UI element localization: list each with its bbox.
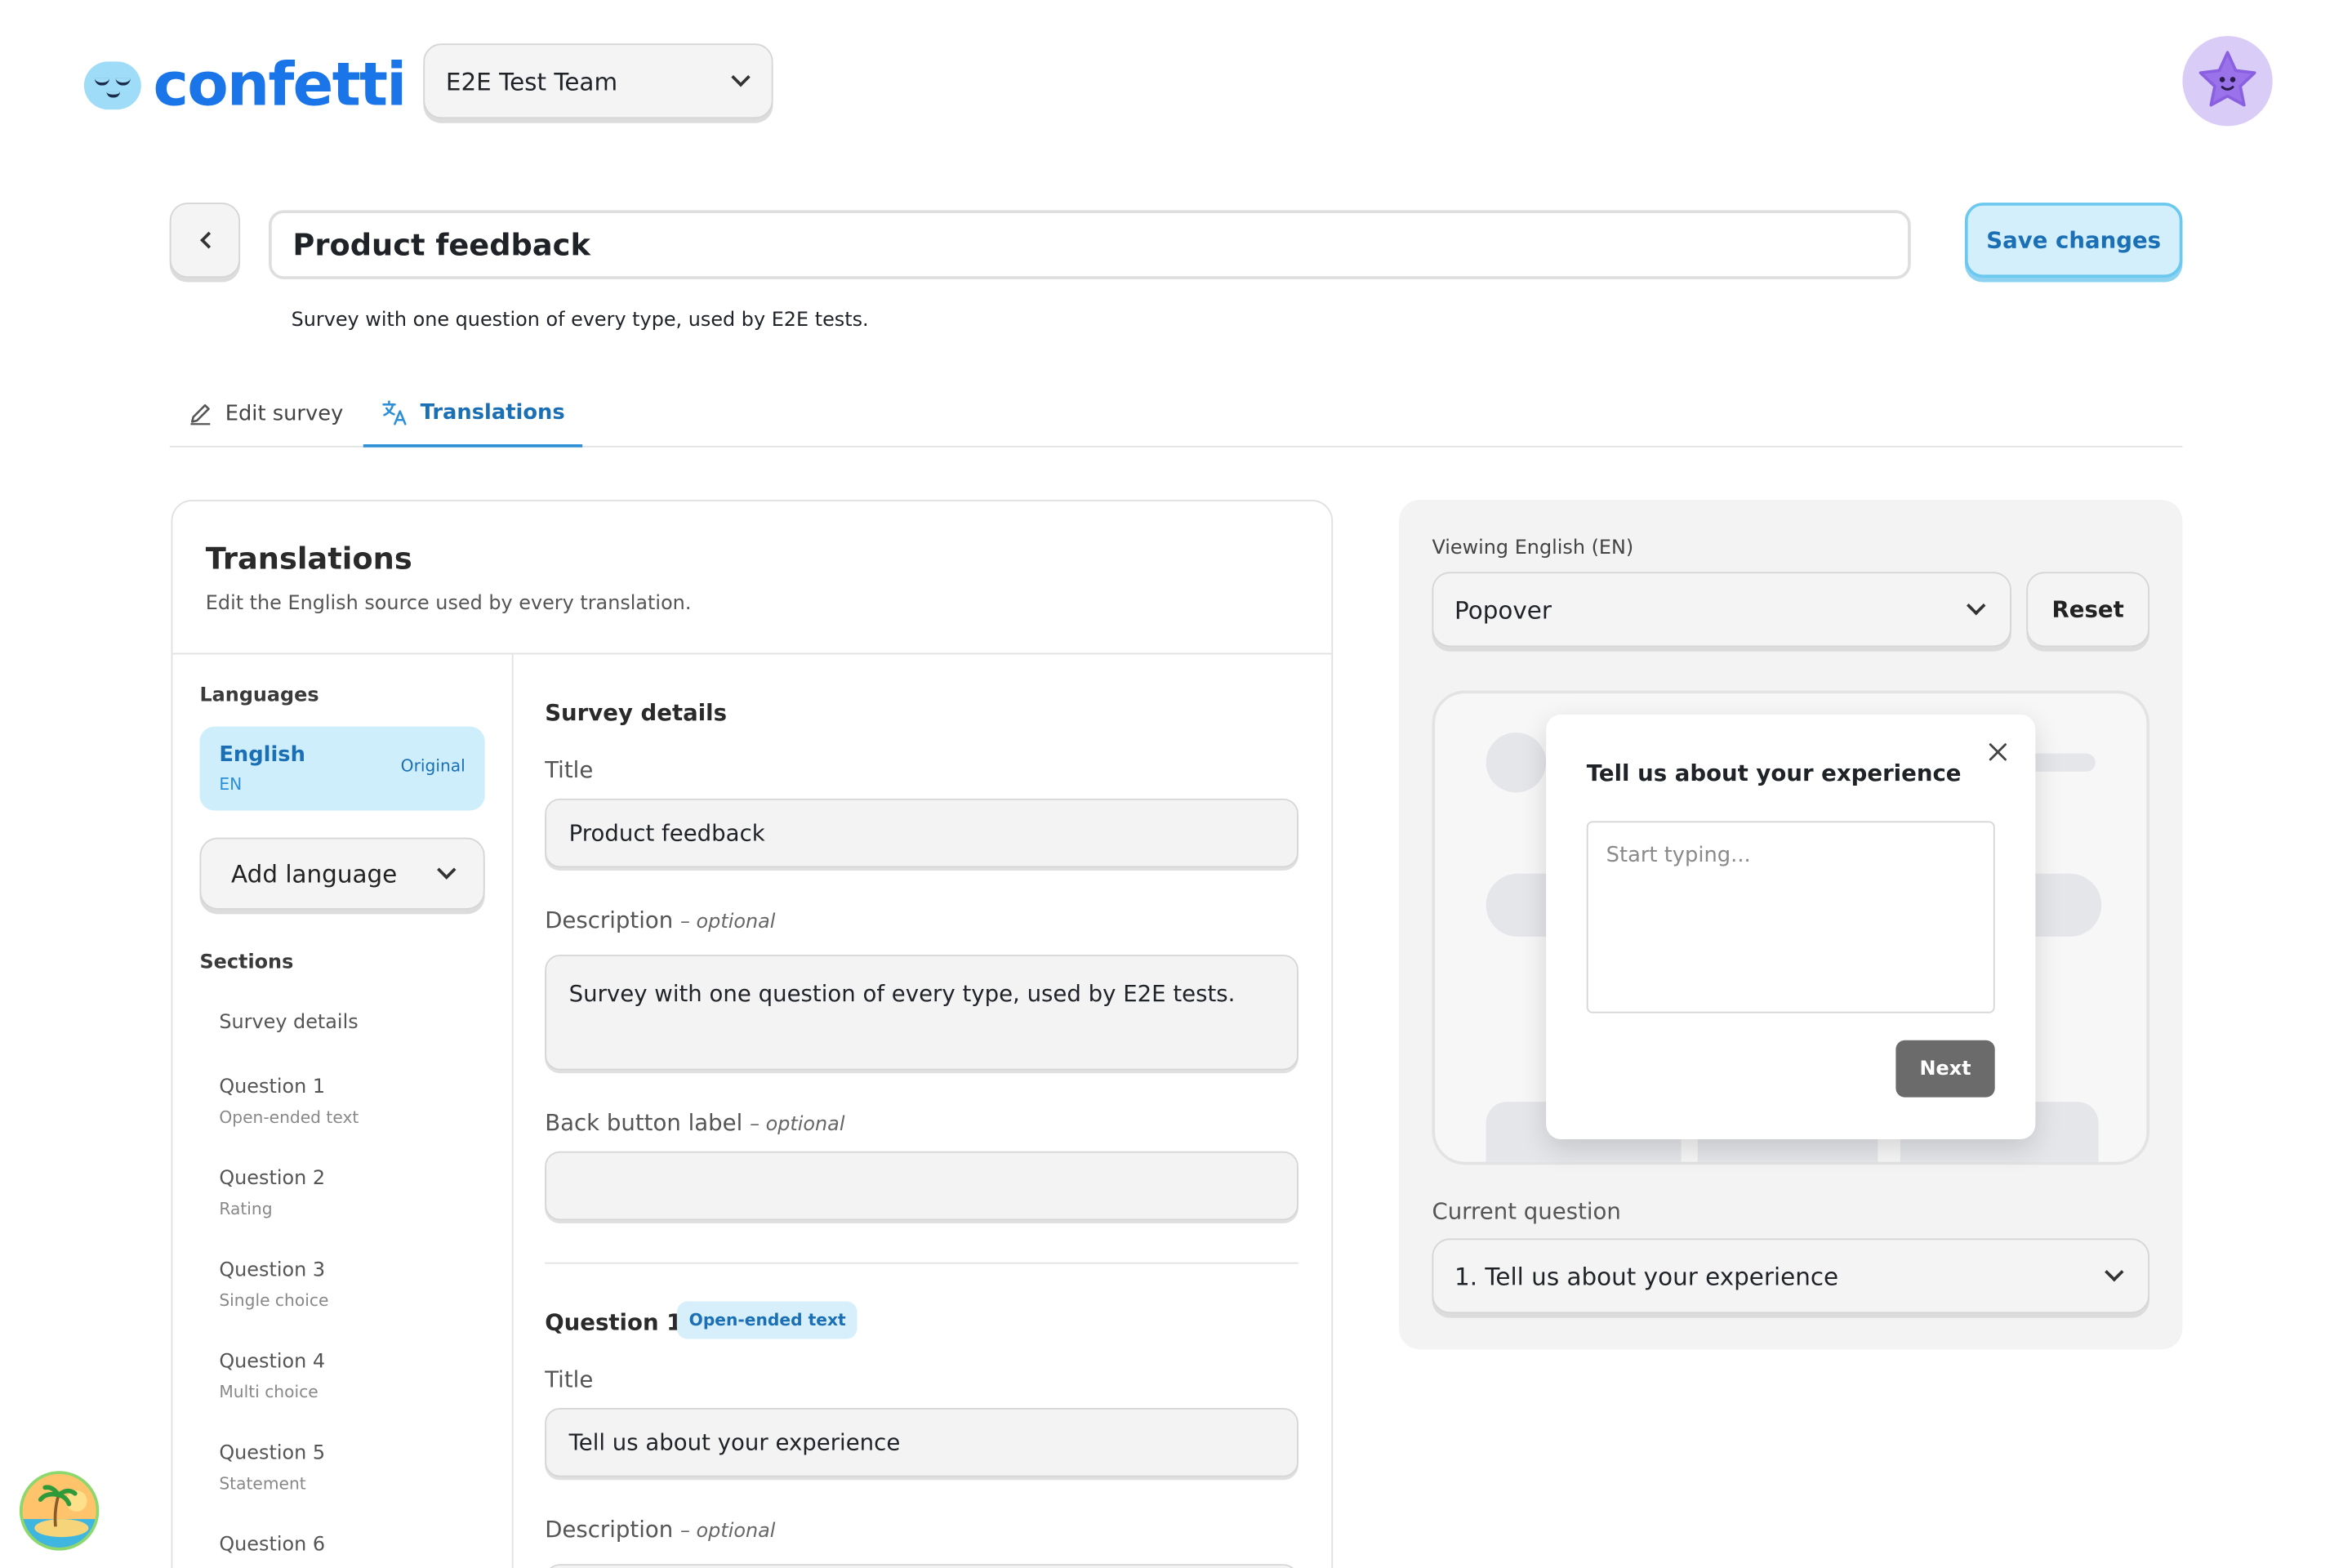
section-item-question-4[interactable]: Question 4 (219, 1351, 325, 1374)
sections-label: Sections (199, 951, 294, 974)
chevron-left-icon (199, 231, 216, 249)
section-item-survey-details[interactable]: Survey details (219, 1012, 358, 1035)
viewing-language-label: Viewing English (EN) (1432, 537, 1634, 560)
current-question-select[interactable]: 1. Tell us about your experience (1432, 1238, 2150, 1314)
chevron-down-icon (2105, 1263, 2124, 1282)
optional-hint: – optional (680, 911, 776, 934)
q1-description-label-text: Description (545, 1516, 674, 1544)
section-item-question-5[interactable]: Question 5 (219, 1442, 325, 1465)
preview-mode-select[interactable]: Popover (1432, 572, 2011, 648)
add-language-label: Add language (231, 859, 398, 889)
title-field[interactable]: Product feedback (545, 798, 1298, 868)
current-question-label: Current question (1432, 1197, 1621, 1225)
language-item-english[interactable]: English EN Original (199, 726, 485, 811)
translations-card-description: Edit the English source used by every tr… (205, 593, 692, 616)
description-field[interactable]: Survey with one question of every type, … (545, 954, 1298, 1071)
close-icon[interactable] (1988, 742, 2009, 763)
user-avatar[interactable] (2182, 36, 2273, 127)
optional-hint: – optional (680, 1520, 776, 1544)
back-button-label: Back button label – optional (545, 1109, 844, 1136)
section-item-question-1[interactable]: Question 1 (219, 1076, 325, 1099)
current-question-value: 1. Tell us about your experience (1454, 1261, 1839, 1290)
q1-description-field[interactable] (545, 1564, 1298, 1568)
tab-bar: Edit survey Translations (169, 380, 2183, 448)
popover-question-title: Tell us about your experience (1586, 760, 1962, 787)
help-widget-button[interactable] (19, 1471, 100, 1551)
preview-mode-value: Popover (1454, 595, 1552, 624)
logo-face-icon (83, 61, 141, 110)
survey-description: Survey with one question of every type, … (291, 309, 869, 332)
question-1-heading-text: Question 1 (545, 1308, 683, 1336)
section-item-question-1-type: Open-ended text (219, 1107, 359, 1128)
optional-hint: – optional (750, 1113, 845, 1137)
back-button-label-text: Back button label (545, 1109, 743, 1137)
section-item-question-2[interactable]: Question 2 (219, 1168, 325, 1191)
back-button[interactable] (169, 203, 241, 278)
q1-title-label: Title (545, 1365, 594, 1393)
translate-icon (382, 399, 407, 425)
section-item-question-4-type: Multi choice (219, 1382, 318, 1402)
star-mascot-icon (2198, 51, 2256, 107)
tab-translations[interactable]: Translations (363, 380, 583, 448)
language-code: EN (219, 774, 243, 795)
tab-translations-label: Translations (420, 399, 565, 425)
title-label: Title (545, 756, 594, 784)
add-language-select[interactable]: Add language (199, 837, 485, 910)
q1-description-label: Description – optional (545, 1516, 775, 1543)
pencil-icon (190, 403, 211, 425)
app-root: confetti E2E Test Team Product feedback … (0, 0, 2352, 1568)
section-item-question-2-type: Rating (219, 1199, 273, 1219)
placeholder-circle (1486, 732, 1547, 793)
team-select[interactable]: E2E Test Team (423, 43, 773, 119)
section-divider (545, 1262, 1298, 1264)
survey-popover: Tell us about your experience Start typi… (1546, 714, 2036, 1140)
save-changes-button[interactable]: Save changes (1964, 203, 2183, 278)
chevron-down-icon (731, 67, 751, 87)
island-icon (22, 1473, 96, 1548)
languages-label: Languages (199, 684, 319, 707)
popover-answer-textarea[interactable]: Start typing... (1586, 821, 1995, 1013)
preview-panel: Viewing English (EN) Popover Reset Tell … (1399, 500, 2183, 1350)
section-item-question-3-type: Single choice (219, 1290, 329, 1311)
chevron-down-icon (1967, 595, 1986, 616)
translations-card: Translations Edit the English source use… (171, 500, 1334, 1568)
translations-card-title: Translations (205, 540, 412, 577)
reset-button[interactable]: Reset (2026, 572, 2150, 648)
team-select-value: E2E Test Team (445, 66, 618, 96)
q1-title-field[interactable]: Tell us about your experience (545, 1408, 1298, 1477)
tab-edit-survey-label: Edit survey (225, 401, 344, 426)
survey-details-heading: Survey details (545, 699, 728, 727)
survey-title-input[interactable]: Product feedback (269, 210, 1911, 279)
description-label: Description – optional (545, 906, 775, 933)
translations-card-header: Translations Edit the English source use… (172, 501, 1332, 655)
question-type-badge: Open-ended text (676, 1301, 858, 1339)
back-button-label-field[interactable] (545, 1151, 1298, 1221)
language-name: English (219, 742, 305, 768)
chevron-down-icon (437, 860, 457, 880)
translation-editor: Survey details Title Product feedback De… (514, 654, 1334, 1568)
section-item-question-5-type: Statement (219, 1473, 306, 1494)
language-original-tag: Original (400, 756, 466, 777)
question-1-heading: Question 1 Open-ended text (545, 1301, 858, 1339)
logo-text: confetti (153, 51, 407, 121)
popover-next-button[interactable]: Next (1895, 1040, 1995, 1098)
section-item-question-3[interactable]: Question 3 (219, 1259, 325, 1282)
confetti-logo[interactable]: confetti (83, 51, 407, 121)
section-item-question-6[interactable]: Question 6 (219, 1534, 325, 1557)
tab-edit-survey[interactable]: Edit survey (188, 380, 344, 448)
description-label-text: Description (545, 906, 674, 934)
